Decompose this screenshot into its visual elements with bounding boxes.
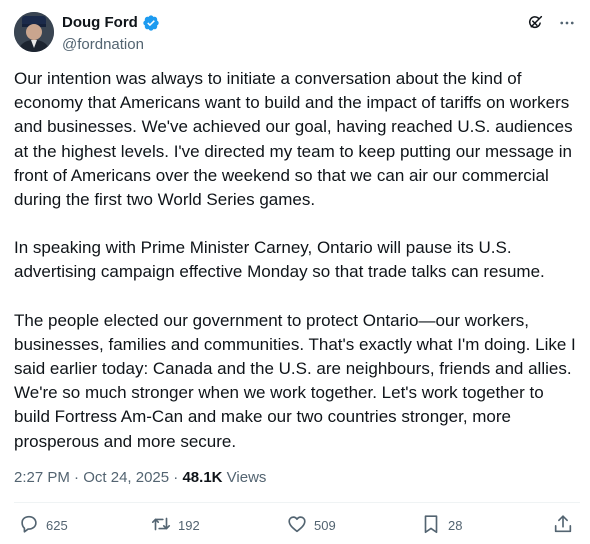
meta-separator: · [74,469,80,486]
more-icon[interactable] [556,12,578,34]
tweet-card: Doug Ford @fordnation Our intention was … [0,0,590,544]
grok-icon[interactable] [524,12,546,34]
reply-count: 625 [46,518,68,533]
like-count: 509 [314,518,336,533]
reply-button[interactable]: 625 [18,513,68,538]
tweet-header: Doug Ford @fordnation [14,12,580,54]
post-date[interactable]: Oct 24, 2025 [83,469,169,486]
bookmark-icon [420,513,442,538]
bookmark-button[interactable]: 28 [420,513,462,538]
views-count[interactable]: 48.1K [182,469,222,486]
display-name[interactable]: Doug Ford [62,13,138,33]
repost-button[interactable]: 192 [150,513,200,538]
tweet-meta: 2:27 PM · Oct 24, 2025 · 48.1K Views [14,468,266,488]
like-button[interactable]: 509 [286,513,336,538]
post-time[interactable]: 2:27 PM [14,469,70,486]
repost-icon [150,513,172,538]
divider [14,502,580,503]
avatar[interactable] [14,12,54,52]
reply-icon [18,513,40,538]
tweet-paragraph: Our intention was always to initiate a c… [14,69,573,210]
name-row: Doug Ford [62,13,160,33]
user-handle[interactable]: @fordnation [62,35,160,55]
verified-badge-icon [142,14,160,32]
tweet-text: Our intention was always to initiate a c… [14,67,576,454]
views-label: Views [226,469,267,486]
tweet-paragraph: In speaking with Prime Minister Carney, … [14,238,545,282]
action-bar: 625 192 509 28 [14,513,576,539]
avatar-image [14,12,54,52]
share-button[interactable] [552,513,574,538]
tweet-paragraph: The people elected our government to pro… [14,310,576,451]
top-actions [524,12,578,34]
name-block: Doug Ford @fordnation [62,13,160,55]
repost-count: 192 [178,518,200,533]
bookmark-count: 28 [448,518,463,533]
meta-separator: · [173,469,179,486]
heart-icon [286,513,308,538]
share-icon [552,513,574,538]
